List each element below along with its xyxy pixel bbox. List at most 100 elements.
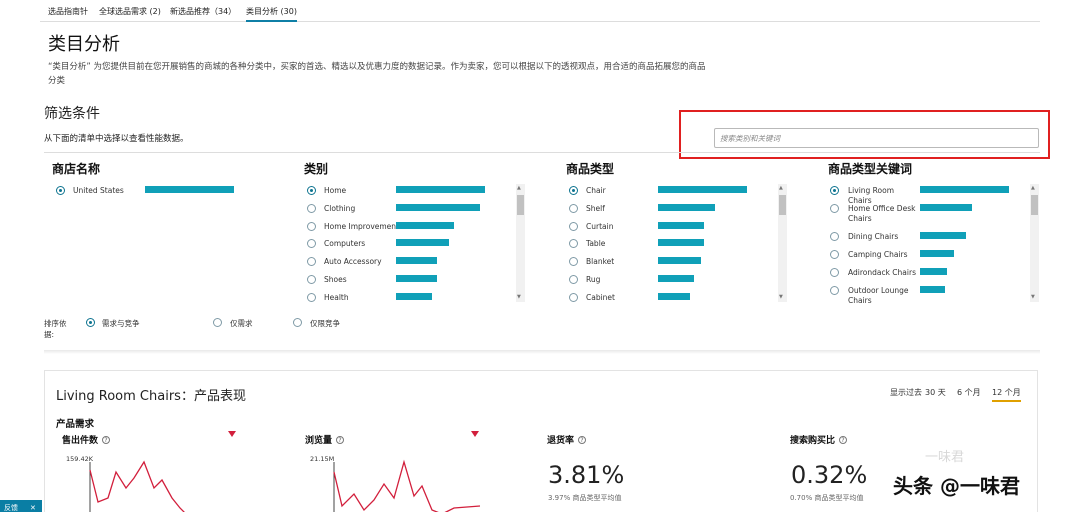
- list-item-label: Camping Chairs: [848, 250, 908, 259]
- list-item-label: Living Room Chairs: [848, 186, 895, 205]
- list-item-bar: [396, 275, 437, 282]
- tab-global-demand[interactable]: 全球选品需求 (2): [99, 6, 161, 17]
- info-icon[interactable]: ?: [839, 436, 848, 444]
- scroll-up-icon[interactable]: ▲: [1031, 185, 1035, 191]
- tab-new-recommendations[interactable]: 新选品推荐（34）: [170, 6, 236, 17]
- radio-button[interactable]: [569, 239, 578, 249]
- feedback-button[interactable]: 反馈 ✕: [0, 500, 42, 512]
- product-type-scrollbar[interactable]: ▲ ▼: [778, 184, 787, 302]
- scroll-thumb[interactable]: [1031, 195, 1038, 215]
- list-item-label: Health: [324, 292, 349, 302]
- radio-button[interactable]: [307, 275, 316, 284]
- list-item-bar: [920, 250, 954, 257]
- sort-radio-competition-only[interactable]: [293, 318, 302, 327]
- list-item-label: United States: [73, 186, 124, 195]
- period-6-months[interactable]: 6 个月: [957, 387, 981, 398]
- radio-button[interactable]: [830, 250, 839, 259]
- list-item-label: Chair: [586, 186, 606, 195]
- radio-button[interactable]: [830, 232, 839, 241]
- watermark-text: 头条 @一味君: [893, 474, 1020, 498]
- period-30-days[interactable]: 30 天: [925, 387, 946, 398]
- list-item-bar: [658, 275, 694, 282]
- radio-button[interactable]: [307, 186, 316, 195]
- product-demand-heading: 产品需求: [56, 419, 95, 430]
- radio-button[interactable]: [307, 221, 316, 231]
- list-item-bar: [920, 186, 1009, 193]
- list-item-bar: [396, 239, 449, 247]
- return-rate-title: 退货率?: [547, 433, 587, 446]
- radio-button[interactable]: [830, 268, 839, 277]
- radio-button[interactable]: [307, 292, 316, 302]
- return-rate-value: 3.81%: [548, 461, 625, 489]
- page-title: 类目分析: [48, 34, 120, 55]
- scroll-down-icon[interactable]: ▼: [1031, 294, 1035, 300]
- list-item-bar: [920, 232, 966, 239]
- radio-button[interactable]: [569, 221, 578, 231]
- page-views-sparkline: [333, 459, 481, 512]
- list-item-label: Blanket: [586, 257, 615, 267]
- list-item-bar: [396, 292, 432, 300]
- watermark-logo: 一味君: [925, 450, 965, 465]
- sort-radio-demand-only[interactable]: [213, 318, 222, 327]
- list-item-bar: [920, 204, 972, 211]
- sort-radio-demand-competition[interactable]: [86, 318, 95, 327]
- radio-button[interactable]: [569, 186, 578, 195]
- list-item-label: Dining Chairs: [848, 232, 899, 241]
- list-item-label: Shoes: [324, 275, 347, 284]
- list-item-bar: [920, 268, 947, 275]
- tab-category-analysis[interactable]: 类目分析 (30): [246, 6, 297, 22]
- tab-bar: 选品指南针 全球选品需求 (2) 新选品推荐（34） 类目分析 (30): [40, 0, 1040, 22]
- section-separator: [44, 350, 1040, 354]
- keywords-column-title: 商品类型关键词: [828, 162, 913, 176]
- trend-down-icon: [228, 431, 236, 437]
- list-item-label: Table: [586, 239, 606, 249]
- radio-button[interactable]: [830, 204, 839, 213]
- trend-down-icon: [471, 431, 479, 437]
- radio-button[interactable]: [830, 186, 839, 195]
- period-12-months[interactable]: 12 个月: [992, 387, 1021, 402]
- scroll-thumb[interactable]: [517, 195, 524, 215]
- radio-button[interactable]: [307, 239, 316, 249]
- sort-option-competition-only[interactable]: 仅限竞争: [310, 318, 340, 329]
- units-sold-sparkline: [89, 460, 185, 512]
- period-label: 显示过去: [890, 388, 922, 397]
- radio-button[interactable]: [569, 203, 578, 213]
- scroll-up-icon[interactable]: ▲: [517, 185, 521, 191]
- scroll-down-icon[interactable]: ▼: [779, 294, 783, 300]
- sort-option-demand-only[interactable]: 仅需求: [230, 318, 253, 329]
- page-description: “类目分析” 为您提供目前在您开展销售的商城的各种分类中，买家的首选、精选以及优…: [48, 62, 706, 86]
- keywords-scrollbar[interactable]: ▲ ▼: [1030, 184, 1039, 302]
- info-icon[interactable]: ?: [102, 436, 111, 444]
- list-item-bar: [396, 221, 454, 229]
- info-icon[interactable]: ?: [578, 436, 587, 444]
- info-icon[interactable]: ?: [336, 436, 345, 444]
- list-item-label: Rug: [586, 275, 601, 284]
- sort-option-demand-competition[interactable]: 需求与竞争: [102, 318, 140, 329]
- list-item-label: Cabinet: [586, 292, 615, 302]
- scroll-up-icon[interactable]: ▲: [779, 185, 783, 191]
- filter-title: 筛选条件: [44, 106, 100, 122]
- radio-button[interactable]: [569, 292, 578, 302]
- return-rate-average: 3.97% 商品类型平均值: [548, 494, 622, 502]
- tab-selection-compass[interactable]: 选品指南针: [48, 6, 88, 17]
- radio-button[interactable]: [569, 275, 578, 284]
- scroll-thumb[interactable]: [779, 195, 786, 215]
- list-item-bar: [658, 292, 690, 300]
- search-to-purchase-title: 搜索购买比?: [790, 433, 848, 446]
- list-item-bar: [920, 286, 945, 293]
- scroll-down-icon[interactable]: ▼: [517, 294, 521, 300]
- list-item-label: Home Improvement: [324, 221, 399, 231]
- filter-subtitle: 从下面的清单中选择以查看性能数据。: [44, 134, 189, 144]
- performance-title: Living Room Chairs：产品表现: [56, 389, 246, 404]
- radio-button[interactable]: [569, 257, 578, 267]
- category-scrollbar[interactable]: ▲ ▼: [516, 184, 525, 302]
- radio-button[interactable]: [56, 186, 65, 195]
- category-column-title: 类别: [304, 162, 329, 176]
- search-purchase-average: 0.70% 商品类型平均值: [790, 494, 864, 502]
- close-icon[interactable]: ✕: [30, 504, 36, 512]
- radio-button[interactable]: [307, 203, 316, 213]
- list-item-bar: [396, 186, 485, 193]
- radio-button[interactable]: [830, 286, 839, 295]
- radio-button[interactable]: [307, 257, 316, 267]
- search-input[interactable]: [714, 128, 1039, 148]
